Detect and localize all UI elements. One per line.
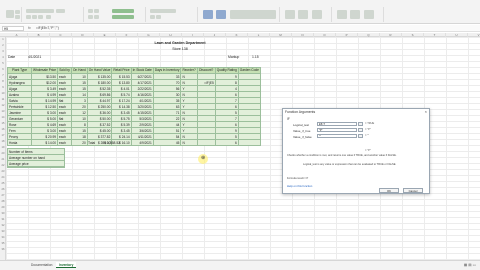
argument-help: Logical_test is any value or expression … <box>303 163 397 166</box>
table-cell[interactable]: N <box>180 139 198 146</box>
inventory-table: Plant Type Wholesale Price Sold by On Hand O… <box>7 67 261 146</box>
cancel-button[interactable]: Cancel <box>403 188 423 193</box>
conditional-formatting-icon[interactable] <box>203 10 213 19</box>
number-group <box>148 7 198 22</box>
help-link[interactable]: Help on this function <box>287 184 312 188</box>
format-icon[interactable] <box>312 10 322 19</box>
ok-button[interactable]: OK <box>379 188 399 193</box>
date-label: Date <box>8 55 16 59</box>
date-value: 4/1/2021 <box>28 55 42 59</box>
font-group <box>24 7 84 22</box>
logical-test-input[interactable]: E5<7 <box>317 122 357 126</box>
align-center-icon[interactable] <box>94 15 99 19</box>
value-if-false-label: Value_if_false <box>293 135 312 139</box>
merge-center-button[interactable] <box>112 15 134 19</box>
cursor-icon: ⊕ <box>201 155 206 161</box>
formula-bar: H5 fx =IF(E5<7,"P","") <box>0 25 480 32</box>
ribbon <box>0 0 480 24</box>
italic-icon[interactable] <box>32 15 37 19</box>
summary-box: Number of Items Average number on hand A… <box>7 148 65 168</box>
name-box[interactable]: H5 <box>2 26 24 31</box>
copy-icon[interactable] <box>15 15 20 19</box>
table-cell[interactable]: 45 <box>152 139 182 146</box>
alignment-group <box>86 7 146 22</box>
editing-group <box>334 7 384 22</box>
clipboard-group <box>2 7 22 22</box>
function-arguments-dialog: Function Arguments × IF Logical_test E5<… <box>282 108 430 194</box>
total-value: $ 1,558.52 <box>104 141 121 145</box>
value-if-false-input[interactable]: "" <box>317 134 357 138</box>
underline-icon[interactable] <box>38 15 43 19</box>
format-as-table-icon[interactable] <box>216 10 226 19</box>
value-if-true-label: Value_if_true <box>293 129 311 133</box>
collapse-dialog-icon[interactable] <box>358 122 363 126</box>
value-if-false-result: = "" <box>365 134 370 137</box>
currency-icon[interactable] <box>150 15 155 19</box>
function-name: IF <box>287 117 290 121</box>
align-top-icon[interactable] <box>88 9 93 13</box>
markup-value: 1.15 <box>252 55 259 59</box>
logical-test-result: = TRUE <box>365 122 375 125</box>
table-cell[interactable]: $ 14.00 <box>30 139 59 146</box>
value-if-true-input[interactable]: "P" <box>317 128 357 132</box>
delete-icon[interactable] <box>298 10 308 19</box>
sheet-tab-inventory[interactable]: Inventory <box>56 262 77 268</box>
find-select-icon[interactable] <box>364 10 374 19</box>
number-format-select[interactable] <box>150 9 176 13</box>
summary-average-price[interactable]: Average price <box>8 161 64 167</box>
cell-styles-gallery[interactable] <box>230 10 276 19</box>
font-size-select[interactable] <box>56 9 65 13</box>
formula-result: Formula result = P <box>287 177 309 180</box>
formula-input[interactable]: =IF(E5<7,"P","") <box>36 26 476 31</box>
wrap-text-button[interactable] <box>112 9 134 13</box>
table-cell[interactable]: each <box>57 139 73 146</box>
table-cell[interactable]: Hosta <box>7 139 32 146</box>
align-left-icon[interactable] <box>88 15 93 19</box>
bold-icon[interactable] <box>26 15 31 19</box>
mouse-cursor-highlight: ⊕ <box>198 154 208 164</box>
dialog-title: Function Arguments <box>285 110 316 114</box>
collapse-dialog-icon[interactable] <box>358 134 363 138</box>
table-cell[interactable]: 6 <box>214 139 239 146</box>
logical-test-label: Logical_test <box>293 123 310 127</box>
function-total-result: = "P" <box>365 149 371 152</box>
markup-label: Markup <box>228 55 240 59</box>
value-if-true-result: = "P" <box>365 128 371 131</box>
function-description: Checks whether a condition is met, and r… <box>287 154 397 157</box>
cut-icon[interactable] <box>15 10 20 14</box>
total-row: Total $ 1,558.52 <box>88 141 120 145</box>
close-icon[interactable]: × <box>425 109 427 114</box>
table-cell[interactable] <box>196 139 216 146</box>
align-middle-icon[interactable] <box>94 9 99 13</box>
table-row: Hosta $ 14.00 each 20 $ 280.00 $ 16.10 4/9/202… <box>7 139 261 146</box>
table-cell[interactable]: 20 <box>71 139 88 146</box>
percent-icon[interactable] <box>156 15 161 19</box>
sheet-title: Lawn and Garden Department <box>154 41 206 45</box>
cells-group <box>282 7 332 22</box>
table-cell[interactable] <box>237 139 261 146</box>
fill-color-icon[interactable] <box>46 15 51 19</box>
sheet-tabs-bar: Documentation Inventory ▦ ▤ ▭ <box>0 260 480 270</box>
sheet-subtitle: Store 138 <box>172 47 188 51</box>
paste-icon[interactable] <box>6 10 14 18</box>
total-label: Total <box>88 141 96 145</box>
styles-group <box>200 7 280 22</box>
collapse-dialog-icon[interactable] <box>358 128 363 132</box>
table-cell[interactable]: 4/9/2021 <box>130 139 154 146</box>
autosum-icon[interactable] <box>337 10 347 19</box>
view-controls[interactable]: ▦ ▤ ▭ <box>464 263 476 267</box>
sort-filter-icon[interactable] <box>350 10 360 19</box>
font-name-select[interactable] <box>26 9 54 13</box>
fx-icon[interactable]: fx <box>28 26 31 30</box>
insert-icon[interactable] <box>285 10 295 19</box>
sheet-tab-documentation[interactable]: Documentation <box>28 262 55 268</box>
